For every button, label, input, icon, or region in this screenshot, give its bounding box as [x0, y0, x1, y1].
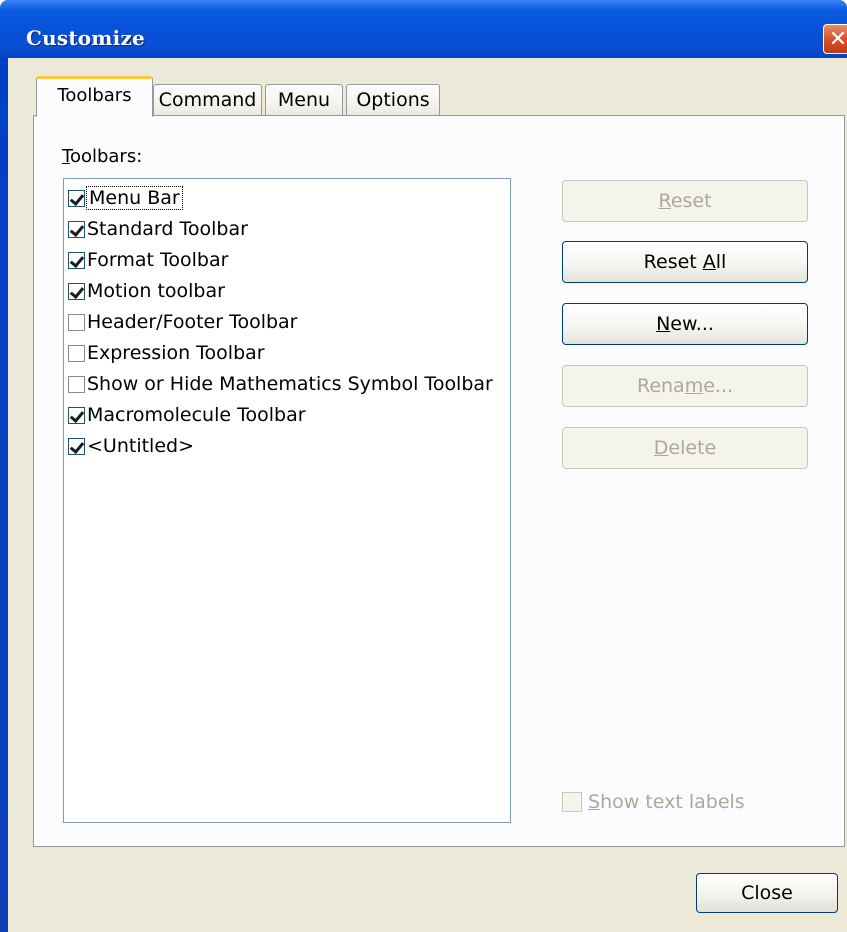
list-item-label: Expression Toolbar [87, 342, 265, 364]
reset-all-button[interactable]: Reset All [562, 241, 808, 283]
checkbox-checked[interactable] [68, 189, 85, 207]
checkbox-checked[interactable] [68, 282, 85, 300]
delete-button[interactable]: Delete [562, 427, 808, 469]
list-item[interactable]: Header/Footer Toolbar [68, 307, 508, 337]
close-icon[interactable]: ✕ [823, 24, 847, 54]
list-item-label: Show or Hide Mathematics Symbol Toolbar [87, 373, 493, 395]
toolbars-listbox[interactable]: Menu Bar Standard Toolbar Format Toolbar… [63, 178, 511, 823]
show-text-labels-label: Show text labels [588, 791, 745, 813]
title-bar[interactable]: Customize ✕ [0, 0, 847, 58]
list-item[interactable]: Menu Bar [68, 183, 508, 213]
checkbox-unchecked[interactable] [68, 344, 85, 362]
new-button[interactable]: New... [562, 303, 808, 345]
toolbars-tab-panel: Toolbars: Menu Bar Standard Toolbar Form… [33, 115, 845, 847]
show-text-labels-checkbox[interactable]: Show text labels [562, 791, 745, 813]
checkbox-checked[interactable] [68, 220, 85, 238]
dialog-client-area: Toolbars Command Menu Options Toolbars: … [8, 58, 847, 932]
rename-button[interactable]: Rename... [562, 365, 808, 407]
list-item[interactable]: <Untitled> [68, 431, 508, 461]
list-item[interactable]: Format Toolbar [68, 245, 508, 275]
checkbox-checked[interactable] [68, 406, 85, 424]
list-item[interactable]: Standard Toolbar [68, 214, 508, 244]
list-item-label: Menu Bar [86, 186, 183, 210]
list-item-label: Macromolecule Toolbar [87, 404, 306, 426]
list-item[interactable]: Macromolecule Toolbar [68, 400, 508, 430]
close-button[interactable]: Close [696, 873, 838, 913]
list-item-label: Motion toolbar [87, 280, 225, 302]
tab-options[interactable]: Options [346, 84, 440, 116]
list-item-label: Standard Toolbar [87, 218, 248, 240]
list-item[interactable]: Show or Hide Mathematics Symbol Toolbar [68, 369, 508, 399]
customize-dialog: Customize ✕ Toolbars Command Menu Option… [0, 0, 847, 932]
list-item[interactable]: Motion toolbar [68, 276, 508, 306]
window-title: Customize [26, 26, 145, 50]
checkbox-unchecked[interactable] [68, 313, 85, 331]
tab-command[interactable]: Command [153, 84, 262, 116]
checkbox-checked[interactable] [68, 251, 85, 269]
toolbars-list-label: Toolbars: [62, 146, 143, 167]
checkbox-unchecked[interactable] [68, 375, 85, 393]
list-item-label: <Untitled> [87, 435, 194, 457]
list-item-label: Format Toolbar [87, 249, 229, 271]
tab-toolbars[interactable]: Toolbars [36, 76, 153, 117]
checkbox-checked[interactable] [68, 437, 85, 455]
reset-button[interactable]: Reset [562, 180, 808, 222]
tab-menu[interactable]: Menu [265, 84, 343, 116]
list-item[interactable]: Expression Toolbar [68, 338, 508, 368]
list-item-label: Header/Footer Toolbar [87, 311, 298, 333]
checkbox-disabled [562, 792, 582, 812]
